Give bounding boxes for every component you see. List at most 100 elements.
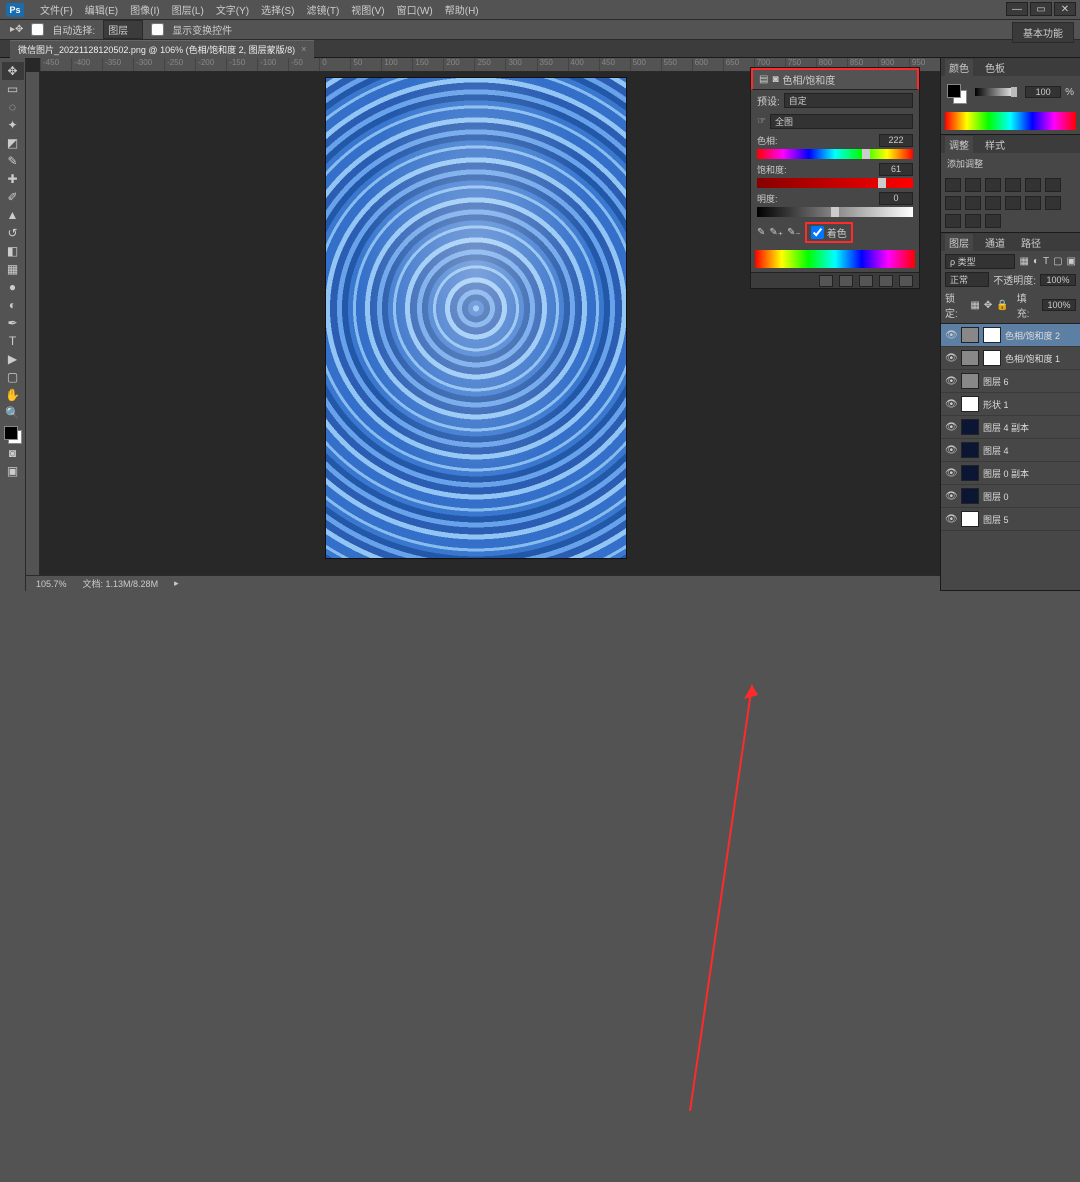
blend-mode-select[interactable]: 正常 <box>945 272 989 287</box>
menu-type[interactable]: 文字(Y) <box>210 0 255 19</box>
visibility-eye-icon[interactable]: 👁 <box>945 330 957 341</box>
clip-to-layer-icon[interactable] <box>819 275 833 287</box>
adjust-vibrance-icon[interactable] <box>1025 178 1041 192</box>
brush-tool[interactable]: ✐ <box>2 188 24 206</box>
layer-row[interactable]: 👁 图层 5 <box>941 508 1080 531</box>
layer-name[interactable]: 图层 5 <box>983 513 1009 526</box>
path-selection-tool[interactable]: ▶ <box>2 350 24 368</box>
lig-slider[interactable] <box>757 207 913 217</box>
color-swatch[interactable] <box>4 426 22 444</box>
type-tool[interactable]: T <box>2 332 24 350</box>
swatches-tab[interactable]: 色板 <box>981 59 1009 76</box>
adjust-colorbal-icon[interactable] <box>945 196 961 210</box>
layer-row[interactable]: 👁图层 4 <box>941 439 1080 462</box>
color-ramp[interactable] <box>945 112 1076 130</box>
visibility-eye-icon[interactable]: 👁 <box>945 468 957 479</box>
eyedropper-plus-icon[interactable]: ✎₊ <box>769 227 783 238</box>
lock-all-icon[interactable]: 🔒 <box>996 300 1008 311</box>
visibility-eye-icon[interactable]: 👁 <box>945 422 957 433</box>
zoom-tool[interactable]: 🔍 <box>2 404 24 422</box>
layer-thumb[interactable] <box>961 396 979 412</box>
magic-wand-tool[interactable]: ✦ <box>2 116 24 134</box>
eraser-tool[interactable]: ◧ <box>2 242 24 260</box>
adjust-exposure-icon[interactable] <box>1005 178 1021 192</box>
layer-name[interactable]: 图层 0 <box>983 490 1009 503</box>
visibility-eye-icon[interactable]: 👁 <box>945 399 957 410</box>
layer-row[interactable]: 👁图层 0 副本 <box>941 462 1080 485</box>
hue-value[interactable]: 222 <box>879 134 913 147</box>
layer-row[interactable]: 👁 图层 4 副本 <box>941 416 1080 439</box>
document-artboard[interactable] <box>326 78 626 558</box>
quickmask-toggle[interactable]: ◙ <box>2 444 24 462</box>
opacity-value[interactable]: 100% <box>1040 274 1076 286</box>
adjust-photofilter-icon[interactable] <box>985 196 1001 210</box>
gradient-tool[interactable]: ▦ <box>2 260 24 278</box>
doc-size-arrow-icon[interactable]: ▸ <box>174 578 179 589</box>
sat-value[interactable]: 61 <box>879 163 913 176</box>
menu-image[interactable]: 图像(I) <box>124 0 165 19</box>
menu-file[interactable]: 文件(F) <box>34 0 79 19</box>
delete-adjust-icon[interactable] <box>899 275 913 287</box>
layer-thumb[interactable] <box>961 465 979 481</box>
view-previous-icon[interactable] <box>839 275 853 287</box>
layer-name[interactable]: 色相/饱和度 2 <box>1005 329 1060 342</box>
adjust-invert-icon[interactable] <box>1025 196 1041 210</box>
adjust-brightness-icon[interactable] <box>945 178 961 192</box>
layer-thumb[interactable] <box>961 511 979 527</box>
layer-row[interactable]: 👁形状 1 <box>941 393 1080 416</box>
lig-value[interactable]: 0 <box>879 192 913 205</box>
layers-tab[interactable]: 图层 <box>945 234 973 251</box>
layer-mask-thumb[interactable] <box>983 327 1001 343</box>
auto-select-target[interactable]: 图层 <box>103 20 143 39</box>
layer-row[interactable]: 👁 图层 6 <box>941 370 1080 393</box>
channels-tab[interactable]: 通道 <box>981 234 1009 251</box>
show-transform-checkbox[interactable] <box>151 23 164 36</box>
close-button[interactable]: ✕ <box>1054 2 1076 16</box>
adjust-huesat-icon[interactable] <box>1045 178 1061 192</box>
panel-fg-color[interactable] <box>947 84 961 98</box>
move-tool[interactable]: ✥ <box>2 62 24 80</box>
adjust-levels-icon[interactable] <box>965 178 981 192</box>
dodge-tool[interactable]: ◐ <box>2 296 24 314</box>
screenmode-toggle[interactable]: ▣ <box>2 462 24 480</box>
eyedropper-minus-icon[interactable]: ✎₋ <box>787 227 801 238</box>
minimize-button[interactable]: — <box>1006 2 1028 16</box>
color-tab[interactable]: 颜色 <box>945 59 973 76</box>
adjust-threshold-icon[interactable] <box>945 214 961 228</box>
paths-tab[interactable]: 路径 <box>1017 234 1045 251</box>
menu-select[interactable]: 选择(S) <box>255 0 300 19</box>
visibility-eye-icon[interactable]: 👁 <box>945 514 957 525</box>
workspace-switcher[interactable]: 基本功能 <box>1012 22 1074 43</box>
adjust-bw-icon[interactable] <box>965 196 981 210</box>
layer-filter-kind[interactable]: ρ 类型 <box>945 254 1015 269</box>
menu-layer[interactable]: 图层(L) <box>166 0 210 19</box>
pen-tool[interactable]: ✒ <box>2 314 24 332</box>
layer-mask-thumb[interactable] <box>983 350 1001 366</box>
visibility-eye-icon[interactable]: 👁 <box>945 445 957 456</box>
layer-thumb[interactable] <box>961 488 979 504</box>
colorize-checkbox[interactable] <box>811 226 824 239</box>
rectangle-tool[interactable]: ▢ <box>2 368 24 386</box>
filter-shape-icon[interactable]: ▢ <box>1053 256 1062 267</box>
filter-adj-icon[interactable]: ◐ <box>1033 256 1039 267</box>
filter-type-icon[interactable]: T <box>1043 256 1049 267</box>
adjust-channelmix-icon[interactable] <box>1005 196 1021 210</box>
visibility-eye-icon[interactable]: 👁 <box>945 353 957 364</box>
adjust-tab[interactable]: 调整 <box>945 136 973 153</box>
crop-tool[interactable]: ◩ <box>2 134 24 152</box>
menu-window[interactable]: 窗口(W) <box>391 0 439 19</box>
layer-name[interactable]: 图层 4 副本 <box>983 421 1029 434</box>
layer-thumb[interactable] <box>961 419 979 435</box>
eyedropper-tool[interactable]: ✎ <box>2 152 24 170</box>
eyedropper-add-icon[interactable]: ✎ <box>757 227 765 238</box>
layer-name[interactable]: 图层 6 <box>983 375 1009 388</box>
scope-select[interactable]: 全图 <box>770 114 913 129</box>
marquee-tool[interactable]: ▭ <box>2 80 24 98</box>
menu-view[interactable]: 视图(V) <box>345 0 390 19</box>
layer-thumb[interactable] <box>961 373 979 389</box>
layer-name[interactable]: 色相/饱和度 1 <box>1005 352 1060 365</box>
visibility-eye-icon[interactable]: 👁 <box>945 376 957 387</box>
adjust-posterize-icon[interactable] <box>1045 196 1061 210</box>
lock-position-icon[interactable]: ✥ <box>984 300 992 311</box>
layer-row[interactable]: 👁 色相/饱和度 2 <box>941 324 1080 347</box>
